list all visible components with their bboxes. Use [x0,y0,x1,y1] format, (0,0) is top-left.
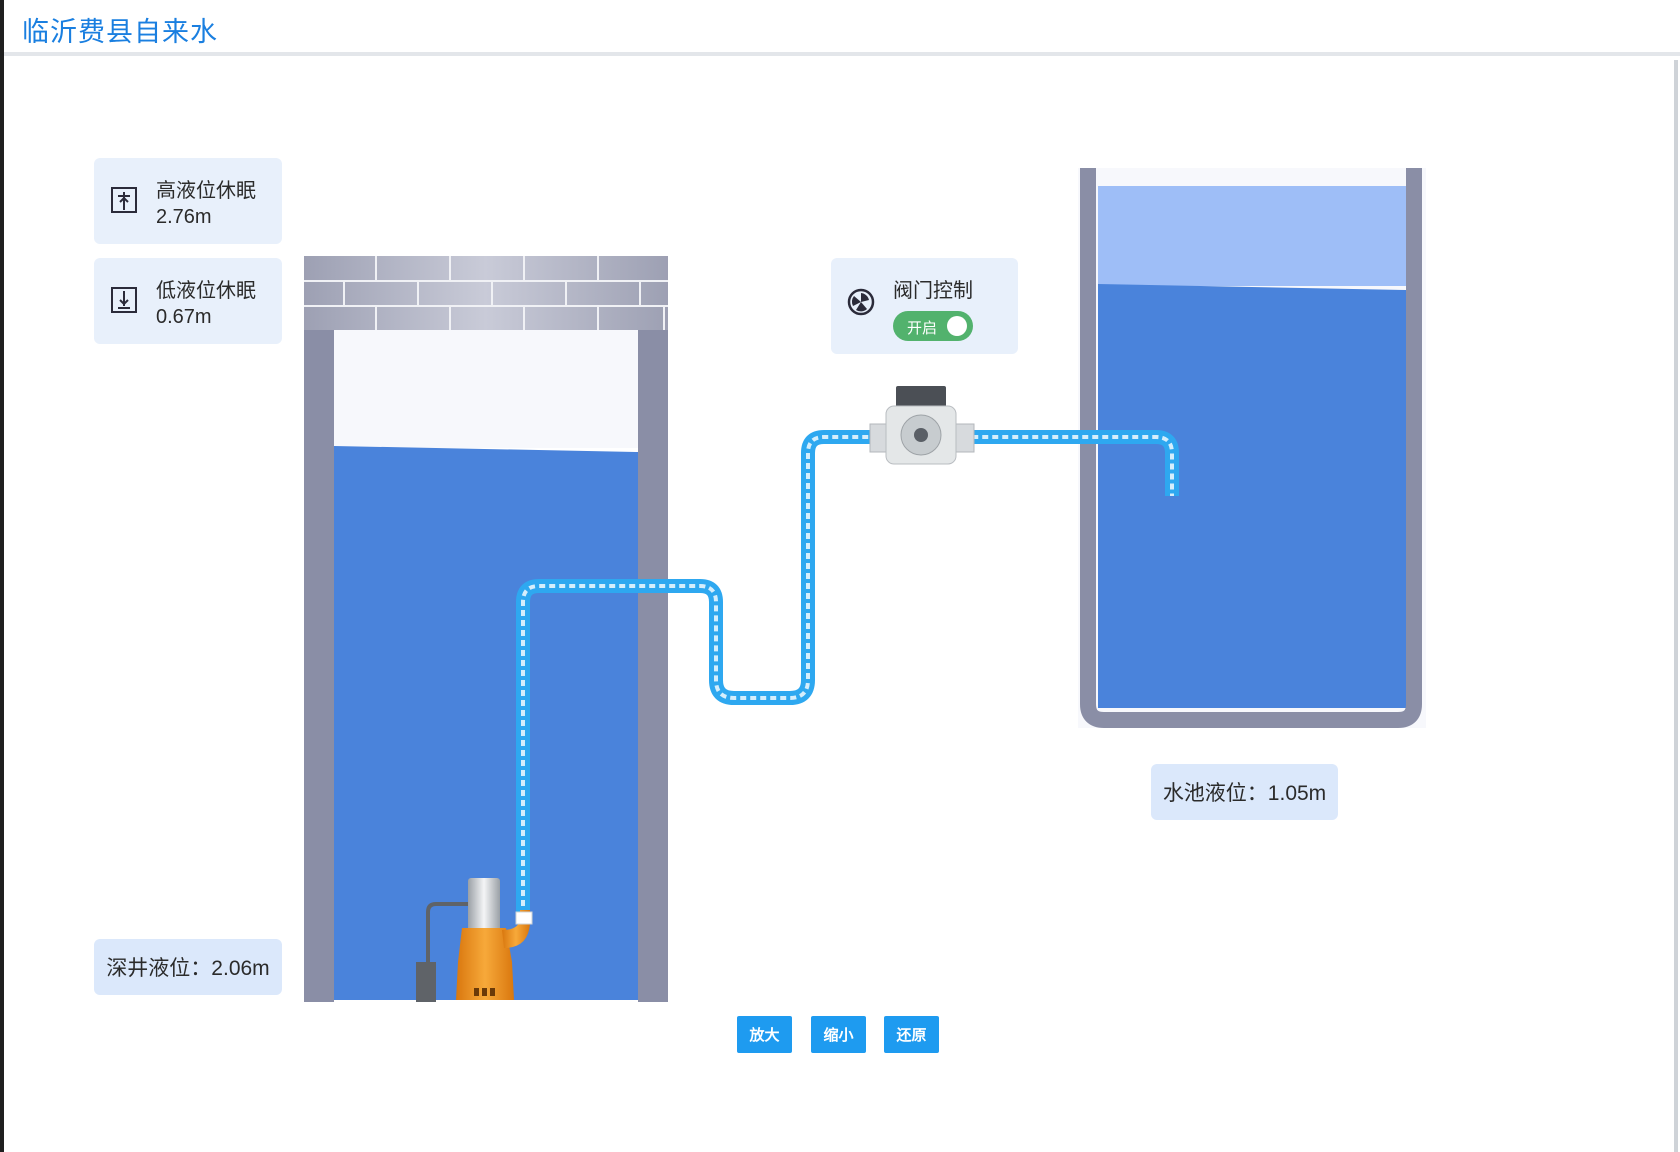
valve-toggle[interactable]: 开启 [893,311,973,341]
valve-toggle-knob [947,316,967,336]
high-level-sleep-card: 高液位休眠 2.76m [94,158,282,244]
low-level-sleep-value: 0.67m [156,306,212,328]
low-level-icon [110,286,138,319]
low-level-sleep-card: 低液位休眠 0.67m [94,258,282,344]
pool-water [1098,284,1406,708]
high-level-icon [110,186,138,219]
pool-tank [1078,168,1426,728]
low-level-sleep-title: 低液位休眠 [156,280,256,302]
zoom-in-button[interactable]: 放大 [737,1016,792,1053]
water-scene: 高液位休眠 2.76m 低液位休眠 0.67m 深井液位：2.06m 阀门控制 … [0,0,1680,1152]
valve-control-title: 阀门控制 [893,280,973,302]
pool-water-light [1098,186,1406,286]
deep-well-level-card: 深井液位：2.06m [94,939,282,995]
well-cap-bricks [304,256,668,330]
deep-well-level-label: 深井液位：2.06m [106,957,270,980]
pool-level-card: 水池液位：1.05m [1151,764,1338,820]
valve-toggle-label: 开启 [907,320,938,337]
high-level-sleep-value: 2.76m [156,206,212,228]
pool-level-label: 水池液位：1.05m [1162,782,1327,805]
valve-icon [847,288,875,321]
zoom-out-button[interactable]: 缩小 [811,1016,866,1053]
high-level-sleep-title: 高液位休眠 [156,180,256,202]
valve-control-card: 阀门控制 开启 [831,258,1018,354]
valve-device[interactable] [869,386,975,465]
reset-button[interactable]: 还原 [884,1016,939,1053]
